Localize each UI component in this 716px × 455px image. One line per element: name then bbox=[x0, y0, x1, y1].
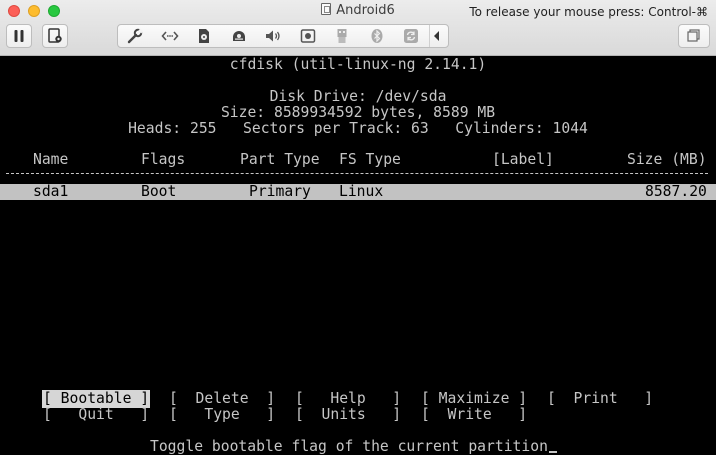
menu-bootable[interactable]: [ Bootable ] bbox=[41, 390, 151, 408]
cd-icon bbox=[199, 29, 210, 43]
partition-type: Primary bbox=[249, 183, 311, 200]
hard-disk-button[interactable] bbox=[222, 25, 257, 47]
disk-size-label: Size: 8589934592 bytes, 8589 MB bbox=[220, 104, 496, 121]
snapshot-button[interactable] bbox=[42, 24, 68, 48]
partition-name: sda1 bbox=[33, 183, 69, 200]
shared-folders-button[interactable] bbox=[394, 25, 429, 47]
column-header-name: Name bbox=[33, 151, 69, 168]
partition-size: 8587.20 bbox=[645, 183, 707, 200]
disk-drive-label: Disk Drive: /dev/sda bbox=[269, 88, 447, 105]
speaker-icon bbox=[266, 30, 280, 42]
menu-print[interactable]: [ Print ] bbox=[547, 391, 653, 407]
settings-button[interactable] bbox=[118, 25, 153, 47]
menu-type[interactable]: [ Type ] bbox=[169, 407, 275, 423]
partition-flags: Boot bbox=[141, 183, 177, 200]
bluetooth-icon bbox=[371, 29, 383, 43]
usb-button[interactable] bbox=[325, 25, 360, 47]
cfdisk-title: cfdisk (util-linux-ng 2.14.1) bbox=[229, 56, 487, 73]
usb-icon bbox=[337, 29, 347, 43]
menu-delete[interactable]: [ Delete ] bbox=[169, 391, 275, 407]
window-stack-icon bbox=[687, 29, 700, 42]
text-cursor bbox=[548, 451, 557, 453]
column-header-fs-type: FS Type bbox=[339, 151, 401, 168]
hard-disk-icon bbox=[232, 31, 245, 41]
vm-console[interactable]: cfdisk (util-linux-ng 2.14.1) Disk Drive… bbox=[0, 57, 716, 455]
menu-units[interactable]: [ Units ] bbox=[295, 407, 401, 423]
status-line: Toggle bootable flag of the current part… bbox=[150, 439, 557, 455]
disk-geometry-label: Heads: 255 Sectors per Track: 63 Cylinde… bbox=[128, 120, 588, 137]
menu-quit[interactable]: [ Quit ] bbox=[43, 407, 149, 423]
bluetooth-button[interactable] bbox=[360, 25, 395, 47]
mouse-release-hint: To release your mouse press: Control-⌘ bbox=[469, 5, 708, 19]
device-toolbar bbox=[117, 24, 449, 48]
window-titlebar: Android6 To release your mouse press: Co… bbox=[0, 0, 716, 56]
code-arrows-icon bbox=[161, 31, 179, 41]
network-button[interactable] bbox=[153, 25, 188, 47]
partition-fs-type: Linux bbox=[339, 183, 384, 200]
menu-maximize[interactable]: [ Maximize ] bbox=[421, 391, 527, 407]
shared-folder-icon bbox=[404, 29, 419, 43]
view-mode-button[interactable] bbox=[678, 24, 710, 48]
snapshot-icon bbox=[48, 28, 62, 43]
column-header-part-type: Part Type bbox=[240, 151, 320, 168]
pause-button[interactable] bbox=[6, 24, 32, 48]
triangle-left-icon bbox=[434, 31, 439, 41]
camera-button[interactable] bbox=[291, 25, 326, 47]
header-separator bbox=[6, 173, 708, 174]
collapse-toolbar-button[interactable] bbox=[428, 25, 445, 47]
wrench-icon bbox=[128, 28, 144, 44]
status-text: Toggle bootable flag of the current part… bbox=[150, 438, 548, 455]
window-title-text: Android6 bbox=[336, 3, 395, 18]
menu-help[interactable]: [ Help ] bbox=[295, 391, 401, 407]
sound-button[interactable] bbox=[256, 25, 291, 47]
column-header-flags: Flags bbox=[141, 151, 186, 168]
menu-write[interactable]: [ Write ] bbox=[421, 407, 527, 423]
camera-icon bbox=[300, 29, 315, 43]
column-header-label: [Label] bbox=[492, 151, 554, 168]
partition-row[interactable]: sda1 Boot Primary Linux 8587.20 bbox=[0, 184, 716, 200]
document-icon bbox=[321, 3, 332, 15]
cd-dvd-button[interactable] bbox=[187, 25, 222, 47]
pause-icon bbox=[14, 30, 24, 42]
column-header-size: Size (MB) bbox=[627, 151, 707, 168]
